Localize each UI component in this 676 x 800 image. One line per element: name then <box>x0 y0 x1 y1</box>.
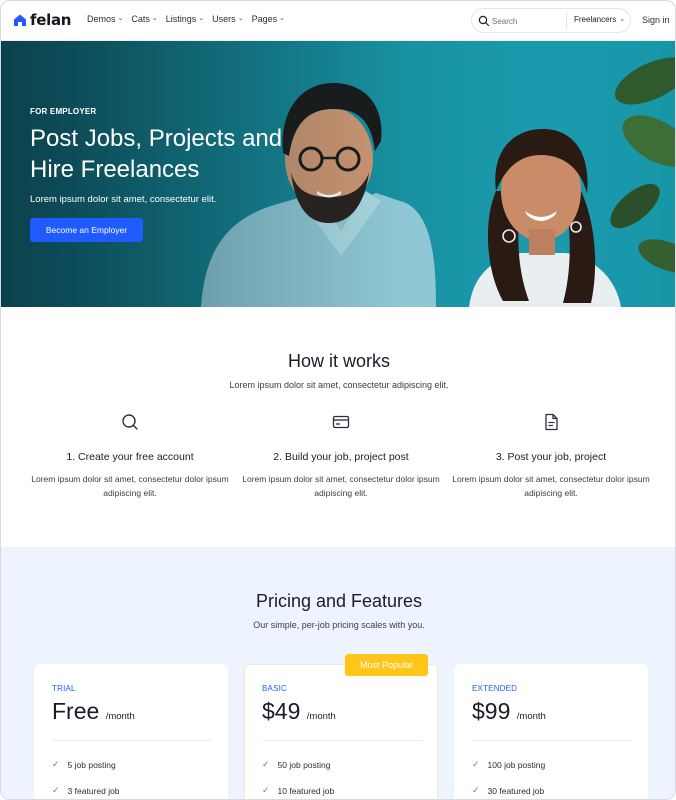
price-value: $49 <box>262 698 301 724</box>
pricing-title: Pricing and Features <box>255 591 423 611</box>
search-icon <box>122 414 138 430</box>
hero-eyebrow: FOR EMPLOYER <box>30 107 97 116</box>
step-1: 1. Create your free account Lorem ipsum … <box>30 412 230 500</box>
plan-price: Free /month <box>52 698 135 725</box>
chevron-down-icon: ⌄ <box>198 15 205 22</box>
feature-item: ✓ 30 featured job <box>472 785 544 796</box>
check-icon: ✓ <box>52 785 60 795</box>
pricing-card-basic[interactable]: Most Popular BASIC $49 /month ✓ 50 job po… <box>244 654 438 799</box>
step-3: 3. Post your job, project Lorem ipsum do… <box>451 412 651 500</box>
nav-item-demos[interactable]: Demos ⌄ <box>87 14 123 24</box>
feature-label: 100 job posting <box>487 759 546 770</box>
hero-banner: FOR EMPLOYER Post Jobs, Projects and Hir… <box>1 41 675 307</box>
feature-item: ✓ 50 job posting <box>262 759 330 770</box>
nav-item-users[interactable]: Users ⌄ <box>212 14 243 24</box>
step-text: Lorem ipsum dolor sit amet, consectetur … <box>242 474 440 498</box>
plan-price: $99 /month <box>472 698 546 725</box>
chevron-down-icon: ⌄ <box>279 15 285 22</box>
chevron-down-icon: ⌄ <box>151 15 158 22</box>
page-frame: felan Demos ⌄ Cats ⌄ Listings ⌄ Users ⌄ Page… <box>0 0 676 800</box>
card-divider <box>472 740 632 741</box>
logo[interactable]: felan <box>13 11 71 29</box>
feature-label: 50 job posting <box>277 759 331 770</box>
check-icon: ✓ <box>472 759 480 769</box>
main-nav: Demos ⌄ Cats ⌄ Listings ⌄ Users ⌄ Pages ⌄ <box>87 14 285 24</box>
how-it-works-section: How it works Lorem ipsum dolor sit amet,… <box>1 307 675 547</box>
feature-label: 3 featured job <box>67 785 120 796</box>
feature-label: 5 job posting <box>67 759 116 770</box>
sign-in-link[interactable]: Sign in <box>642 15 670 25</box>
how-it-works-title: How it works <box>287 351 390 371</box>
pricing-section: Pricing and Features Our simple, per-job… <box>1 547 675 799</box>
nav-item-cats[interactable]: Cats ⌄ <box>131 14 157 24</box>
document-icon <box>545 413 558 431</box>
check-icon: ✓ <box>52 759 60 769</box>
price-period: /month <box>306 711 336 722</box>
search-category-label: Freelancers <box>574 15 617 24</box>
nav-label: Demos <box>87 14 116 24</box>
chevron-down-icon: ⌄ <box>237 15 244 22</box>
most-popular-badge: Most Popular <box>345 654 428 676</box>
hero-subtitle: Lorem ipsum dolor sit amet, consectetur … <box>30 194 217 205</box>
nav-label: Listings <box>165 14 197 24</box>
search-category-select[interactable]: Freelancers ⌄ <box>574 15 625 24</box>
step-title: 3. Post your job, project <box>495 451 607 463</box>
step-text: Lorem ipsum dolor sit amet, consectetur … <box>452 474 650 498</box>
nav-label: Cats <box>131 14 150 24</box>
nav-label: Users <box>212 14 236 24</box>
pricing-subtitle: Our simple, per-job pricing scales with … <box>253 620 425 630</box>
plan-price: $49 /month <box>262 698 336 725</box>
check-icon: ✓ <box>262 759 270 769</box>
site-header: felan Demos ⌄ Cats ⌄ Listings ⌄ Users ⌄ Page… <box>1 1 675 41</box>
price-value: $99 <box>472 698 511 724</box>
step-title: 1. Create your free account <box>66 451 194 463</box>
pricing-card-trial[interactable]: TRIAL Free /month ✓ 5 job posting ✓ 3 feat… <box>34 664 228 799</box>
feature-label: 30 featured job <box>487 785 545 796</box>
feature-item: ✓ 100 job posting <box>472 759 545 770</box>
step-text: Lorem ipsum dolor sit amet, consectetur … <box>31 474 229 498</box>
credit-card-icon <box>332 415 350 429</box>
logo-house-icon <box>14 14 26 26</box>
feature-item: ✓ 3 featured job <box>52 785 120 796</box>
search-input[interactable] <box>492 13 562 29</box>
step-title: 2. Build your job, project post <box>273 451 409 463</box>
check-icon: ✓ <box>472 785 480 795</box>
feature-item: ✓ 10 featured job <box>262 785 334 796</box>
check-icon: ✓ <box>262 785 270 795</box>
price-period: /month <box>516 711 546 722</box>
plan-name: EXTENDED <box>472 684 518 693</box>
nav-item-pages[interactable]: Pages ⌄ <box>252 14 285 24</box>
search-bar: Freelancers ⌄ <box>471 8 631 33</box>
feature-item: ✓ 5 job posting <box>52 759 116 770</box>
price-value: Free <box>52 698 100 724</box>
become-employer-button[interactable]: Become an Employer <box>30 218 143 242</box>
card-divider <box>262 740 422 741</box>
feature-label: 10 featured job <box>277 785 335 796</box>
chevron-down-icon: ⌄ <box>619 15 626 23</box>
card-divider <box>52 740 212 741</box>
nav-label: Pages <box>251 14 278 24</box>
plan-name: BASIC <box>262 684 288 693</box>
plan-name: TRIAL <box>52 684 76 693</box>
chevron-down-icon: ⌄ <box>117 15 124 22</box>
step-2: 2. Build your job, project post Lorem ip… <box>241 412 441 500</box>
price-period: /month <box>105 711 135 722</box>
search-icon[interactable] <box>478 15 490 27</box>
search-divider <box>566 12 567 29</box>
nav-item-listings[interactable]: Listings ⌄ <box>166 14 204 24</box>
logo-text: felan <box>30 11 72 29</box>
how-it-works-subtitle: Lorem ipsum dolor sit amet, consectetur … <box>229 380 449 390</box>
pricing-card-extended[interactable]: EXTENDED $99 /month ✓ 100 job posting ✓ 30… <box>454 664 648 799</box>
hero-title: Post Jobs, Projects and Hire Freelances <box>30 125 283 183</box>
